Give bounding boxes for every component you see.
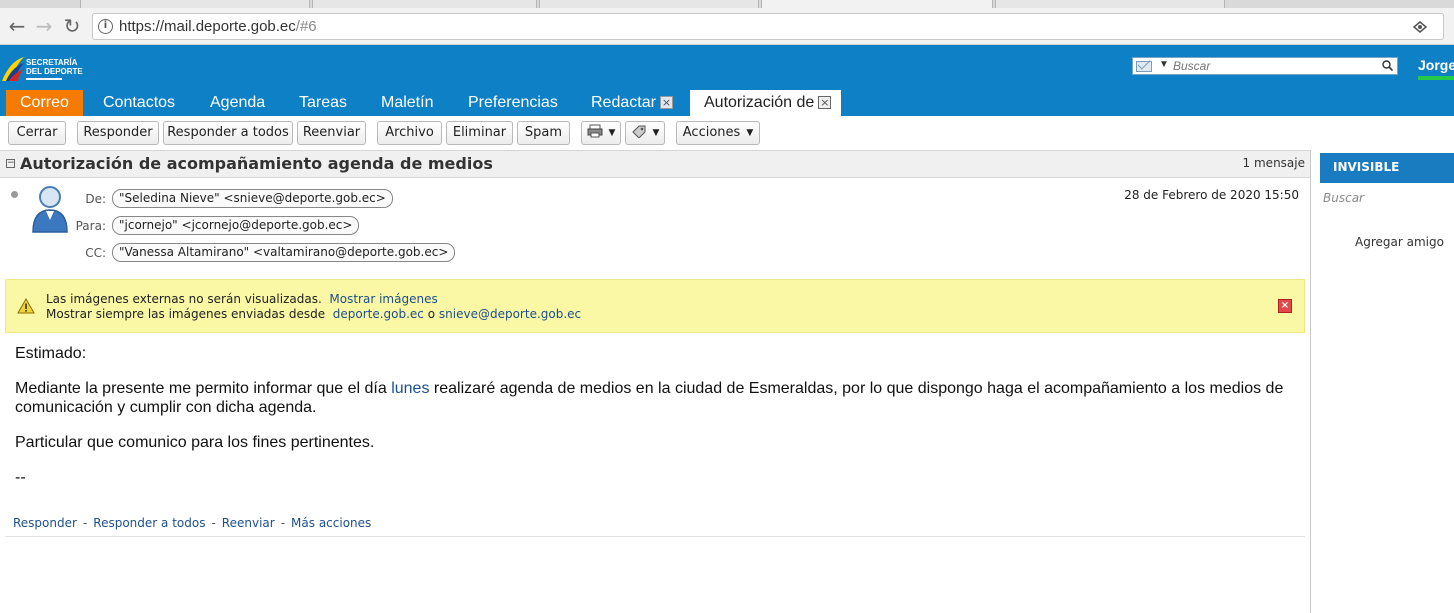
browser-tab-strip [0,0,1454,8]
tab-autorizacion[interactable]: Autorización de × [690,90,842,116]
tag-button[interactable]: ▼ [625,121,665,145]
reply-button[interactable]: Responder [77,121,159,145]
divider [5,536,1305,537]
more-actions-link[interactable]: Más acciones [291,516,371,530]
browser-tab[interactable] [80,0,310,8]
tab-redactar[interactable]: Redactar × [585,90,679,116]
external-images-warning: Las imágenes externas no serán visualiza… [5,279,1305,333]
cc-label: CC: [85,246,106,260]
url-text: https://mail.deporte.gob.ec/#6 [119,18,317,35]
chevron-down-icon: ▼ [746,128,754,138]
logo-underline [26,78,62,80]
conversation-header: − Autorización de acompañamiento agenda … [0,150,1310,178]
search-input[interactable] [1173,58,1378,74]
user-status-bar [1418,76,1454,80]
message-date: 28 de Febrero de 2020 15:50 [1124,188,1299,202]
printer-icon [587,124,603,138]
tab-maletin[interactable]: Maletín [375,90,439,116]
chevron-down-icon: ▼ [652,128,660,138]
logo-text: SECRETARÍA DEL DEPORTE [26,58,83,76]
envelope-icon[interactable] [1136,61,1152,72]
show-images-link[interactable]: Mostrar imágenes [329,292,437,306]
browser-tab[interactable] [995,0,1225,8]
conversation-subject: Autorización de acompañamiento agenda de… [20,154,493,173]
tab-correo[interactable]: Correo [6,90,83,116]
actions-button[interactable]: Acciones ▼ [676,121,760,145]
forward-button[interactable]: Reenviar [297,121,366,145]
chat-status[interactable]: INVISIBLE [1333,160,1399,174]
close-icon[interactable]: × [659,96,673,109]
tab-preferencias[interactable]: Preferencias [462,90,564,116]
tab-contactos[interactable]: Contactos [97,90,181,116]
info-icon[interactable]: i [98,19,113,34]
tab-tareas[interactable]: Tareas [293,90,353,116]
message-body: Estimado: Mediante la presente me permit… [15,344,1305,503]
chevron-down-icon[interactable]: ▼ [1159,59,1169,70]
to-label: Para: [75,219,106,233]
date-keyword-link[interactable]: lunes [391,380,429,397]
forward-icon[interactable]: → [31,14,57,38]
app-tabs: Correo Contactos Agenda Tareas Maletín P… [0,90,1454,116]
message-footer-links: Responder - Responder a todos - Reenviar - Más… [13,516,372,530]
warning-text: Mostrar siempre las imágenes enviadas de… [46,307,326,321]
cc-address[interactable]: "Vanessa Altamirano" <valtamirano@deport… [112,243,456,262]
message-count: 1 mensaje [1242,156,1305,170]
browser-toolbar: ← → ↻ i https://mail.deporte.gob.ec/#6 [0,8,1454,45]
browser-tab-active[interactable] [761,0,993,8]
warning-line-1: Las imágenes externas no serán visualiza… [46,292,438,306]
tag-icon [631,125,646,139]
chat-search-input[interactable]: Buscar [1323,191,1364,205]
warning-line-2: Mostrar siempre las imágenes enviadas de… [46,307,581,321]
from-address[interactable]: "Seledina Nieve" <snieve@deporte.gob.ec> [112,189,393,208]
message-toolbar: Cerrar Responder Responder a todos Reenv… [0,116,1454,150]
address-bar[interactable]: i https://mail.deporte.gob.ec/#6 [92,13,1444,40]
forward-link[interactable]: Reenviar [222,516,275,530]
close-button[interactable]: Cerrar [8,121,66,145]
add-friend-button[interactable]: Agregar amigo [1355,235,1444,249]
chat-status-header[interactable]: INVISIBLE [1320,153,1454,183]
user-name[interactable]: Jorge [1418,57,1454,73]
body-greeting: Estimado: [15,345,87,362]
body-paragraph: Particular que comunico para los fines p… [15,434,375,451]
reply-all-button[interactable]: Responder a todos [163,121,293,145]
always-show-domain-link[interactable]: deporte.gob.ec [333,307,424,321]
logo: SECRETARÍA DEL DEPORTE [0,53,90,87]
spam-button[interactable]: Spam [517,121,570,145]
warning-icon [17,298,35,314]
extension-icon[interactable] [1413,20,1427,34]
collapse-icon[interactable]: − [6,159,15,168]
tab-agenda[interactable]: Agenda [204,90,271,116]
reply-link[interactable]: Responder [13,516,77,530]
delete-button[interactable]: Eliminar [446,121,513,145]
browser-tab[interactable] [539,0,759,8]
reply-all-link[interactable]: Responder a todos [93,516,205,530]
archive-button[interactable]: Archivo [377,121,442,145]
body-paragraph: Mediante la presente me permito informar… [15,380,1284,416]
search-icon[interactable] [1382,60,1393,71]
body-signature: -- [15,469,26,486]
to-address[interactable]: "jcornejo" <jcornejo@deporte.gob.ec> [112,216,360,235]
print-button[interactable]: ▼ [581,121,621,145]
warning-or-text: o [427,307,436,321]
chevron-down-icon: ▼ [608,128,616,138]
close-icon[interactable]: × [818,96,832,109]
browser-tab[interactable] [312,0,537,8]
mail-search-box: ▼ [1132,57,1398,75]
reload-icon[interactable]: ↻ [59,14,85,38]
from-label: De: [85,192,106,206]
close-icon[interactable]: × [1278,299,1292,313]
warning-text: Las imágenes externas no serán visualiza… [46,292,322,306]
always-show-sender-link[interactable]: snieve@deporte.gob.ec [439,307,581,321]
back-icon[interactable]: ← [4,14,30,38]
panel-divider[interactable] [1310,150,1311,613]
logo-emblem-icon [2,57,24,81]
